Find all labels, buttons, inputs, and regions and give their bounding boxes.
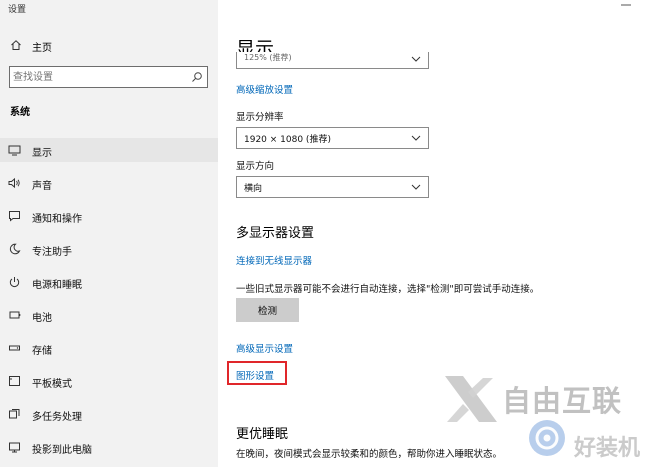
night-light-heading: 更优睡眠 (236, 427, 289, 442)
sidebar-section-label: 系统 (10, 107, 30, 118)
sidebar-item-label: 存储 (32, 346, 52, 357)
sidebar-item-label: 显示 (32, 148, 52, 159)
power-icon (9, 277, 20, 287)
chevron-down-icon (411, 56, 421, 62)
sidebar-home-label: 主页 (32, 43, 52, 54)
search-box[interactable] (9, 66, 208, 88)
sidebar: 设置 主页 系统 显示 声音 通知和操作 (0, 0, 218, 467)
sidebar-item-label: 专注助手 (32, 247, 72, 258)
sidebar-item-power-sleep[interactable]: 电源和睡眠 (0, 270, 218, 294)
highlight-box (227, 361, 287, 385)
multitask-icon (9, 409, 20, 419)
speaker-icon (8, 177, 20, 189)
sidebar-item-label: 多任务处理 (32, 412, 82, 423)
detect-description: 一些旧式显示器可能不会进行自动连接，选择"检测"即可尝试手动连接。 (236, 284, 540, 295)
orientation-dropdown[interactable]: 横向 (236, 176, 429, 198)
sidebar-home[interactable]: 主页 (0, 36, 218, 56)
orientation-value: 横向 (244, 184, 263, 194)
watermark-badge-icon (529, 420, 565, 456)
minimize-icon[interactable] (620, 0, 632, 10)
sidebar-item-label: 通知和操作 (32, 214, 82, 225)
app-title: 设置 (8, 5, 27, 15)
multi-display-heading: 多显示器设置 (236, 226, 315, 241)
storage-icon (9, 345, 20, 351)
scale-dropdown[interactable]: 125% (推荐) (236, 52, 429, 69)
sidebar-item-multitasking[interactable]: 多任务处理 (0, 402, 218, 426)
tablet-icon (9, 376, 20, 386)
chevron-down-icon (411, 184, 421, 190)
sidebar-item-display[interactable]: 显示 (0, 138, 218, 162)
resolution-value: 1920 × 1080 (推荐) (244, 135, 331, 145)
night-light-description: 在晚间，夜间模式会显示较柔和的颜色，帮助你进入睡眠状态。 (236, 449, 503, 460)
resolution-label: 显示分辨率 (236, 112, 284, 123)
moon-icon (9, 243, 21, 255)
sidebar-item-label: 平板模式 (32, 379, 72, 390)
sidebar-item-project[interactable]: 投影到此电脑 (0, 435, 218, 459)
chevron-down-icon (411, 135, 421, 141)
resolution-dropdown[interactable]: 1920 × 1080 (推荐) (236, 127, 429, 149)
watermark-x-logo (445, 376, 497, 422)
sidebar-item-battery[interactable]: 电池 (0, 303, 218, 327)
sidebar-item-sound[interactable]: 声音 (0, 171, 218, 195)
project-icon (9, 442, 20, 453)
notification-icon (9, 211, 20, 222)
monitor-icon (8, 145, 21, 156)
search-icon[interactable] (191, 71, 203, 83)
sidebar-item-label: 声音 (32, 181, 52, 192)
orientation-label: 显示方向 (236, 161, 275, 172)
search-input[interactable] (13, 69, 183, 85)
sidebar-item-storage[interactable]: 存储 (0, 336, 218, 360)
battery-icon (9, 311, 21, 319)
sidebar-item-tablet-mode[interactable]: 平板模式 (0, 369, 218, 393)
advanced-scaling-link[interactable]: 高级缩放设置 (236, 82, 293, 96)
watermark-text: 自由互联 (502, 384, 623, 418)
advanced-display-link[interactable]: 高级显示设置 (236, 341, 293, 355)
wireless-display-link[interactable]: 连接到无线显示器 (236, 253, 312, 267)
watermark-text-secondary: 好装机 (574, 436, 641, 461)
detect-button[interactable]: 检测 (236, 298, 299, 322)
sidebar-item-notifications[interactable]: 通知和操作 (0, 204, 218, 228)
sidebar-item-label: 电源和睡眠 (32, 280, 82, 291)
sidebar-item-label: 电池 (32, 313, 52, 324)
scale-dropdown-value: 125% (推荐) (244, 53, 292, 62)
home-icon (11, 40, 21, 50)
sidebar-item-focus-assist[interactable]: 专注助手 (0, 237, 218, 261)
sidebar-item-label: 投影到此电脑 (32, 445, 92, 456)
